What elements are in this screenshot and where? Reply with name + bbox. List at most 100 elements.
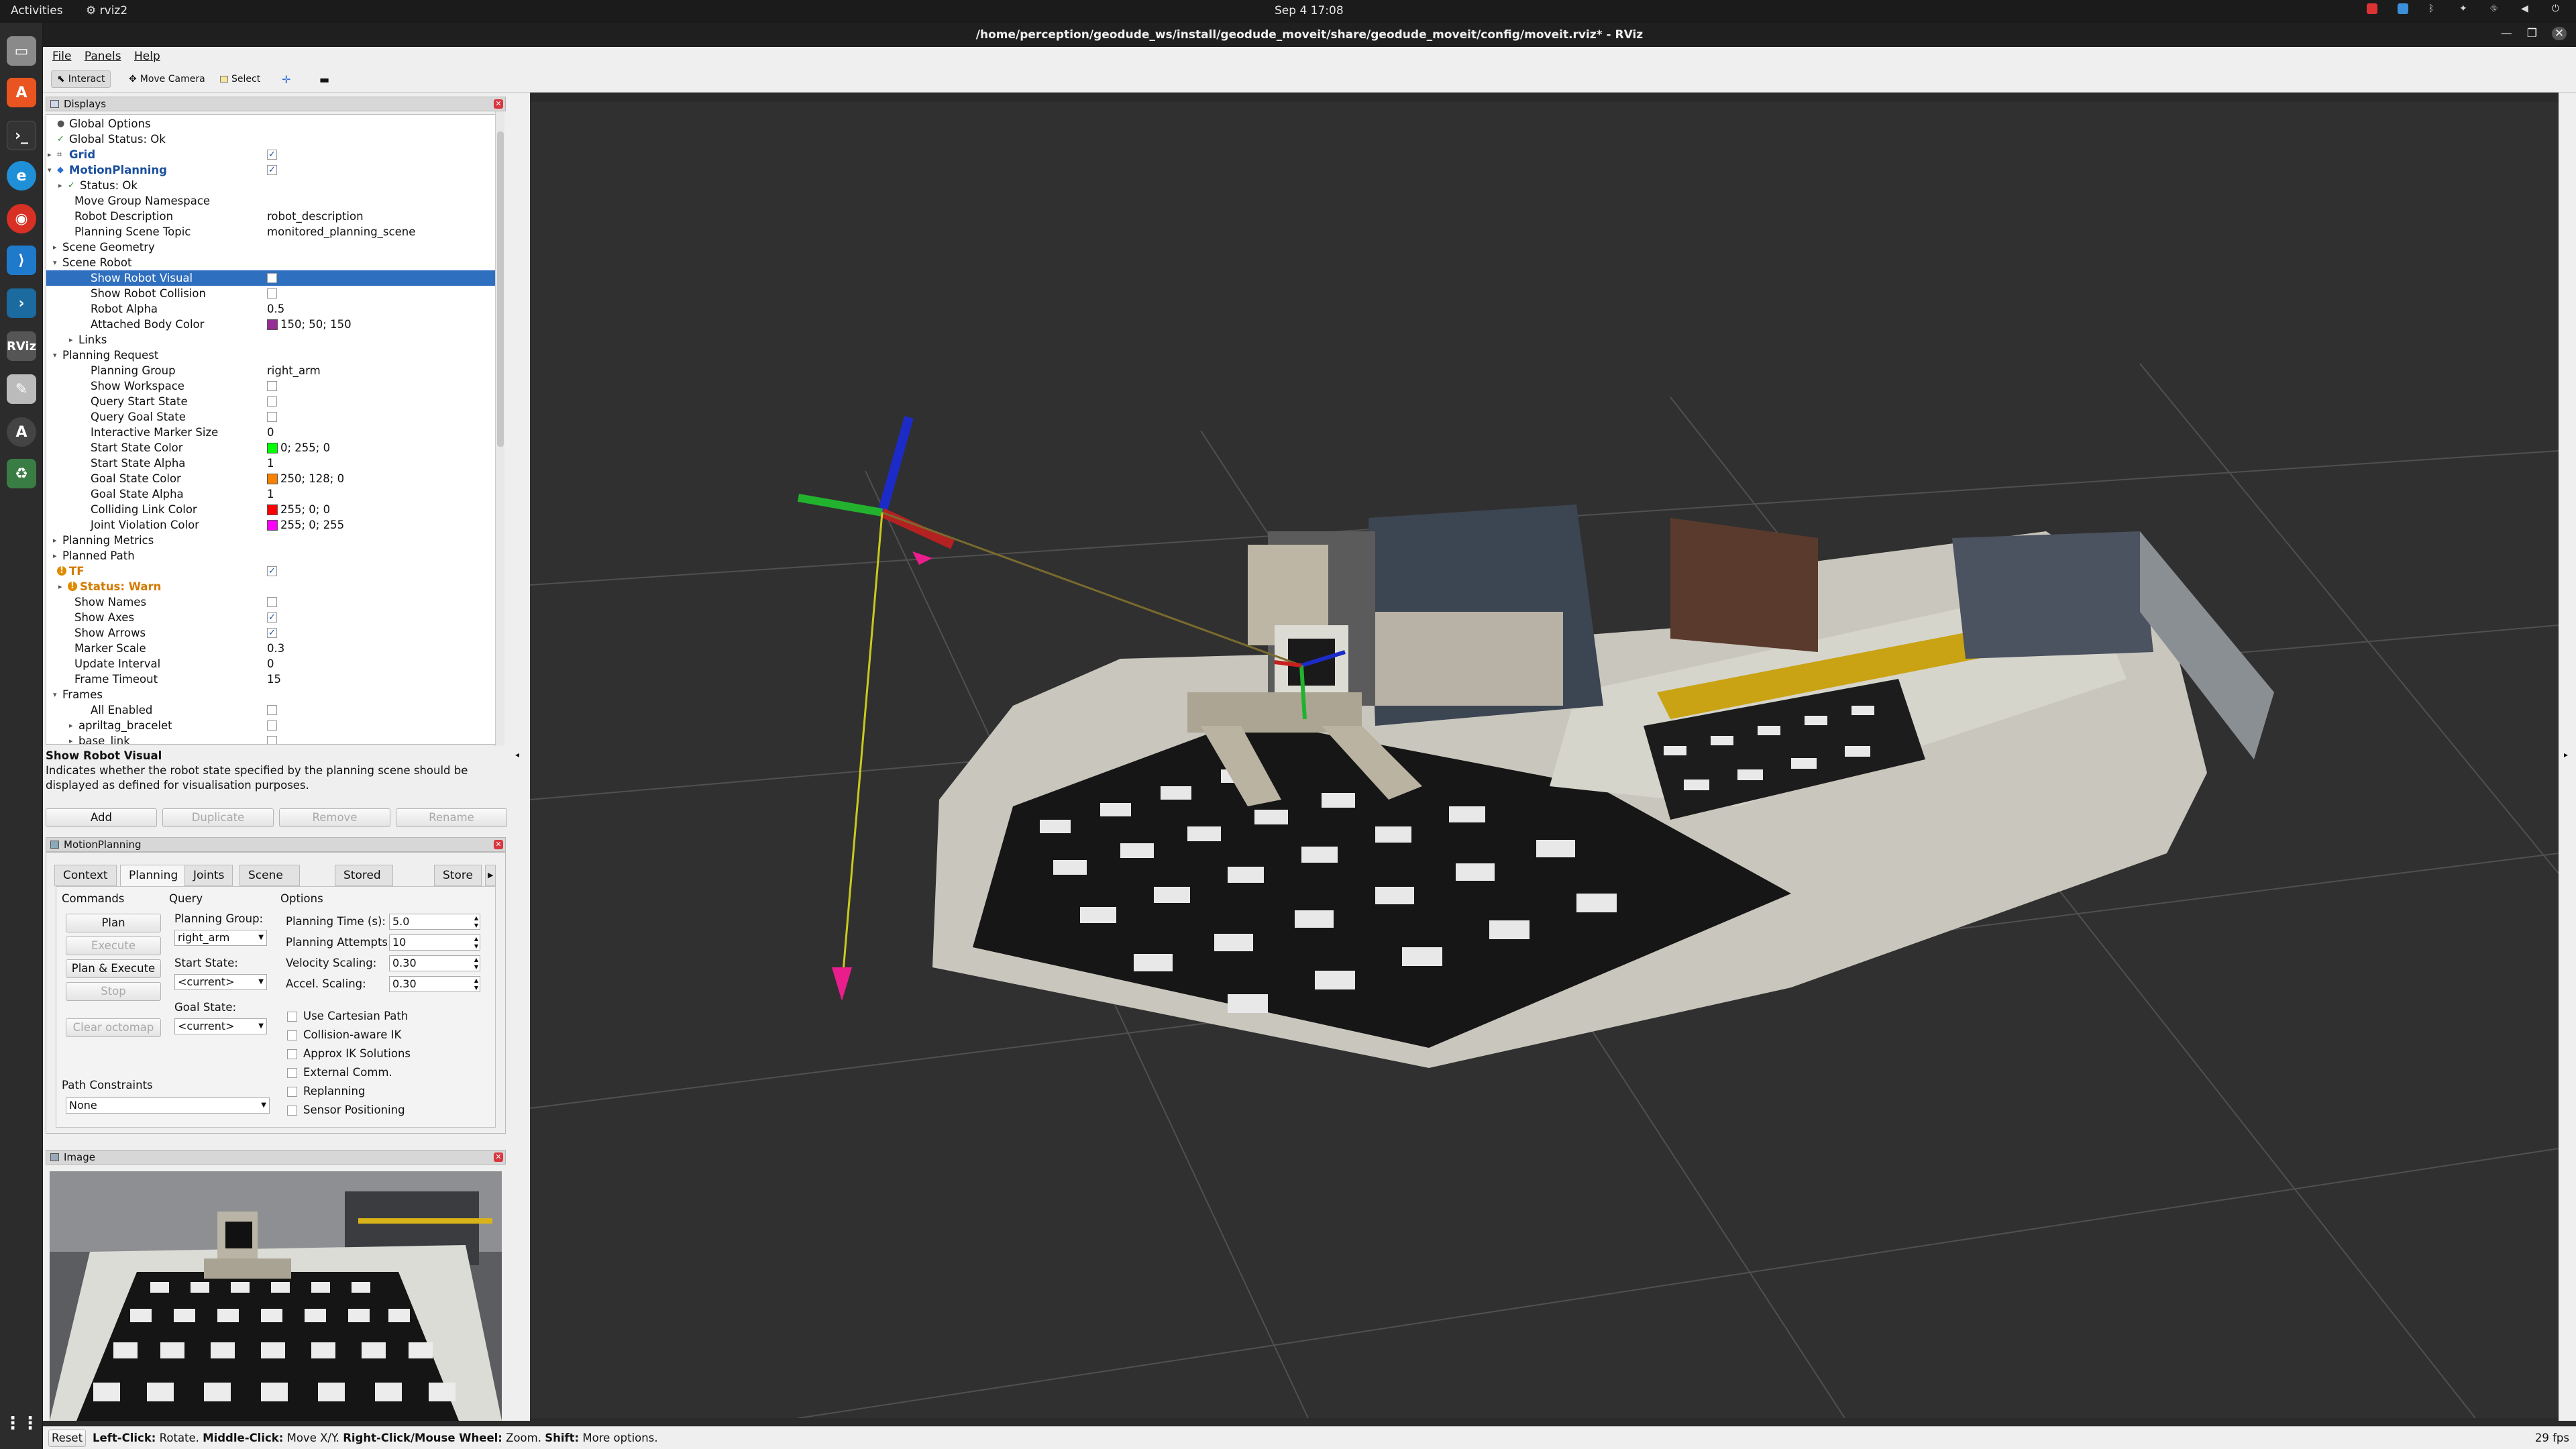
tree-row[interactable]: ▾ ◆ MotionPlanning ✓: [46, 162, 497, 178]
close-panel-icon[interactable]: ✕: [494, 840, 503, 849]
tree-row[interactable]: Goal State Color 250; 128; 0: [46, 471, 497, 486]
expand-right-icon[interactable]: ▸: [58, 579, 62, 594]
tree-row-value-cell[interactable]: 1: [267, 486, 274, 502]
accel-scaling-spinbox[interactable]: 0.30 ▲ ▼: [389, 976, 480, 992]
expand-right-icon[interactable]: ▸: [53, 239, 57, 255]
tree-row[interactable]: Show Robot Collision: [46, 286, 497, 301]
tree-checkbox[interactable]: [267, 288, 277, 299]
chrome-icon[interactable]: ◉: [7, 204, 36, 233]
start-state-combo[interactable]: <current> ▼: [174, 974, 267, 990]
select-tool-button[interactable]: Select: [215, 70, 266, 88]
tree-row-value-cell[interactable]: 15: [267, 672, 281, 687]
planning-attempts-spinbox[interactable]: 10 ▲ ▼: [389, 934, 480, 951]
tree-row[interactable]: Robot Alpha 0.5: [46, 301, 497, 317]
tree-row[interactable]: Colliding Link Color 255; 0; 0: [46, 502, 497, 517]
tree-row[interactable]: ▸ Links: [46, 332, 497, 347]
rename-button[interactable]: Rename: [396, 808, 507, 827]
system-tray[interactable]: ᛒ ✦ ⛗ ◀ ⏻: [2367, 3, 2563, 14]
approx-ik-checkbox[interactable]: [287, 1049, 297, 1059]
expand-down-icon[interactable]: ▾: [53, 687, 57, 702]
tree-checkbox[interactable]: [267, 597, 277, 607]
tree-checkbox[interactable]: [267, 720, 277, 731]
vscode-icon[interactable]: ⟩: [7, 246, 36, 275]
path-constraints-combo[interactable]: None ▼: [66, 1097, 270, 1114]
tree-row[interactable]: ▸ Planning Metrics: [46, 533, 497, 548]
tree-row[interactable]: ▸ ✓ Status: Ok: [46, 178, 497, 193]
tree-row[interactable]: ● Global Options: [46, 116, 497, 131]
sensor-positioning-checkbox[interactable]: [287, 1106, 297, 1116]
collision-ik-checkbox[interactable]: [287, 1030, 297, 1040]
tree-row[interactable]: Update Interval 0: [46, 656, 497, 672]
tree-row-value-cell[interactable]: 250; 128; 0: [267, 471, 344, 486]
tree-row[interactable]: Start State Color 0; 255; 0: [46, 440, 497, 455]
tree-row[interactable]: ▸ base_link: [46, 733, 497, 744]
tree-row-value-cell[interactable]: 0.3: [267, 641, 284, 656]
tree-row[interactable]: ▾ Scene Robot: [46, 255, 497, 270]
displays-tree[interactable]: ● Global Options ✓ Global Status: Ok ▸ ⌗ Grid ✓…: [46, 114, 503, 745]
image-panel-title[interactable]: Image ✕: [46, 1150, 506, 1165]
text-editor-icon[interactable]: ✎: [7, 374, 36, 404]
planning-time-spinbox[interactable]: 5.0 ▲ ▼: [389, 914, 480, 930]
tree-row-value-cell[interactable]: 1: [267, 455, 274, 471]
rviz-icon[interactable]: RViz: [7, 331, 36, 361]
close-panel-icon[interactable]: ✕: [494, 99, 503, 109]
tab-stored-states[interactable]: Store: [434, 865, 482, 886]
clock[interactable]: Sep 4 17:08: [1275, 4, 1344, 17]
plan-button[interactable]: Plan: [66, 914, 161, 932]
files-icon[interactable]: ▭: [7, 36, 36, 66]
menu-file[interactable]: File: [52, 50, 71, 63]
tree-row[interactable]: Frame Timeout 15: [46, 672, 497, 687]
tree-row-value-cell[interactable]: robot_description: [267, 209, 364, 224]
tree-row[interactable]: ▸! Status: Warn: [46, 579, 497, 594]
plan-and-execute-button[interactable]: Plan & Execute: [66, 959, 161, 978]
3d-render-viewport[interactable]: [529, 102, 2559, 1419]
menu-help[interactable]: Help: [134, 50, 160, 63]
displays-panel-title[interactable]: Displays ✕: [46, 97, 506, 111]
trash-icon[interactable]: ♻: [7, 459, 36, 488]
tree-row-value-cell[interactable]: 255; 0; 0: [267, 502, 330, 517]
tree-row[interactable]: ▾ Frames: [46, 687, 497, 702]
expand-right-icon[interactable]: ▸: [69, 733, 73, 744]
velocity-scaling-spinbox[interactable]: 0.30 ▲ ▼: [389, 955, 480, 971]
expand-down-icon[interactable]: ▾: [53, 255, 57, 270]
expand-down-icon[interactable]: ▾: [53, 347, 57, 363]
tree-row[interactable]: Marker Scale 0.3: [46, 641, 497, 656]
expand-right-icon[interactable]: ▸: [69, 332, 73, 347]
software-updater-icon[interactable]: A: [7, 417, 36, 447]
tree-checkbox[interactable]: [267, 736, 277, 744]
displays-scrollbar[interactable]: [495, 111, 504, 746]
tree-checkbox[interactable]: [267, 396, 277, 407]
tree-checkbox[interactable]: [267, 273, 277, 283]
show-apps-icon[interactable]: ⋮⋮: [4, 1409, 39, 1438]
interact-tool-button[interactable]: ⬉ Interact: [51, 70, 111, 88]
app-center-icon[interactable]: A: [7, 78, 36, 107]
add-button[interactable]: Add: [46, 808, 157, 827]
goal-state-combo[interactable]: <current> ▼: [174, 1018, 267, 1034]
tab-joints[interactable]: Joints: [184, 865, 233, 886]
tree-row[interactable]: Start State Alpha 1: [46, 455, 497, 471]
tab-context[interactable]: Context: [54, 865, 117, 886]
move-camera-tool-button[interactable]: ✥ Move Camera: [123, 70, 211, 88]
tree-row[interactable]: Move Group Namespace: [46, 193, 497, 209]
tree-row-value-cell[interactable]: 0; 255; 0: [267, 440, 330, 455]
close-panel-icon[interactable]: ✕: [494, 1152, 503, 1162]
tree-row[interactable]: ▸ ⌗ Grid ✓: [46, 147, 497, 162]
external-comm-checkbox[interactable]: [287, 1068, 297, 1078]
tree-checkbox[interactable]: ✓: [267, 165, 277, 175]
tree-row[interactable]: ! TF ✓: [46, 564, 497, 579]
tree-row[interactable]: ▸ Planned Path: [46, 548, 497, 564]
tree-row[interactable]: ✓ Global Status: Ok: [46, 131, 497, 147]
remove-button[interactable]: Remove: [279, 808, 390, 827]
tree-checkbox[interactable]: ✓: [267, 150, 277, 160]
motionplanning-panel-title[interactable]: MotionPlanning ✕: [46, 837, 506, 852]
reset-button[interactable]: Reset: [48, 1430, 86, 1447]
tab-scroll-right-icon[interactable]: ▶: [485, 865, 496, 886]
tree-row[interactable]: Show Arrows ✓: [46, 625, 497, 641]
menu-panels[interactable]: Panels: [85, 50, 121, 63]
tree-row-value-cell[interactable]: 0: [267, 425, 274, 440]
tree-row-value-cell[interactable]: 0: [267, 656, 274, 672]
tree-checkbox[interactable]: [267, 412, 277, 422]
tree-row-value-cell[interactable]: 0.5: [267, 301, 284, 317]
close-icon[interactable]: ✕: [2552, 27, 2567, 40]
expand-right-icon[interactable]: ▸: [53, 548, 57, 564]
